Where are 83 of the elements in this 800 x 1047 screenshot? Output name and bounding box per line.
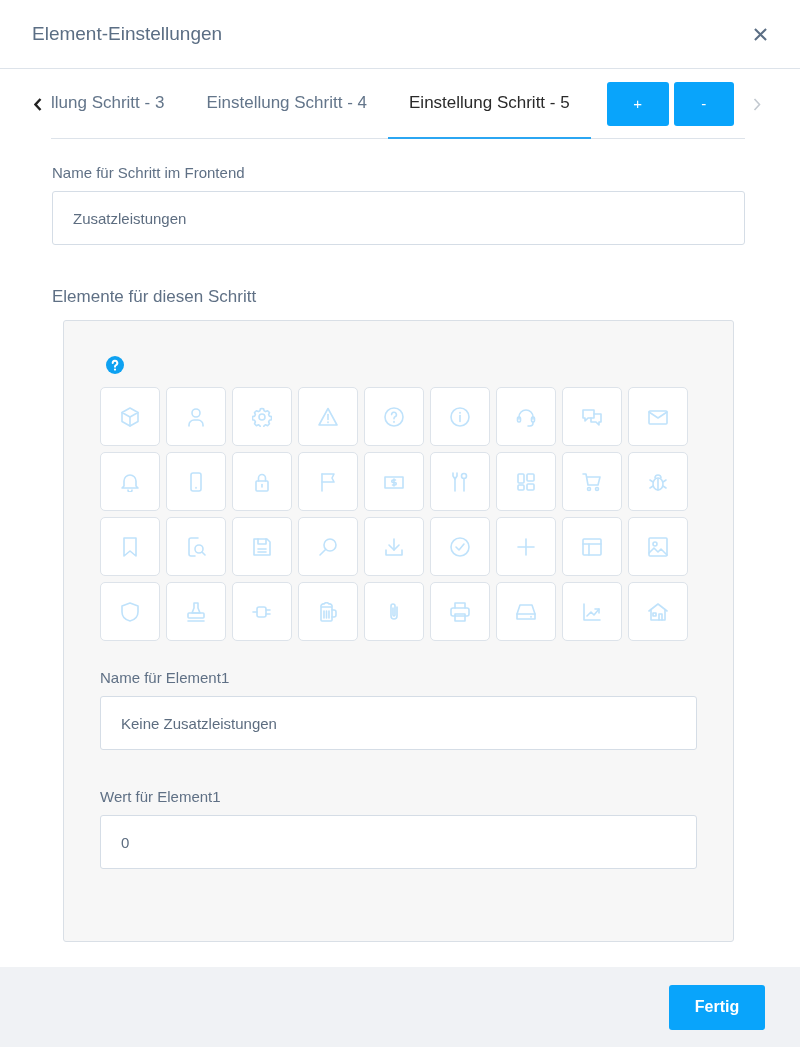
icon-option-button[interactable]	[232, 387, 292, 446]
icon-option-button[interactable]	[562, 452, 622, 511]
question-circle-icon	[384, 406, 404, 427]
dialog-title: Element-Einstellungen	[32, 22, 223, 46]
flag-icon	[318, 471, 338, 492]
icon-option-button[interactable]	[100, 387, 160, 446]
tools-icon	[450, 471, 470, 492]
chart-icon	[582, 601, 602, 622]
icon-option-button[interactable]	[232, 452, 292, 511]
icon-option-button[interactable]	[628, 517, 688, 576]
bookmark-icon	[120, 536, 140, 557]
input-field[interactable]: 0	[100, 815, 697, 869]
icon-option-button[interactable]	[628, 387, 688, 446]
icon-option-button[interactable]	[430, 582, 490, 641]
icon-option-button[interactable]	[364, 582, 424, 641]
step-name-field[interactable]: Zusatzleistungen	[52, 191, 745, 245]
add-step-button[interactable]: +	[606, 81, 669, 126]
cart-icon	[582, 471, 602, 492]
step-tab[interactable]: Einstellung Schritt - 5	[388, 69, 591, 139]
info-circle-icon	[450, 406, 470, 427]
help-icon[interactable]	[106, 356, 124, 374]
layout-icon	[582, 536, 602, 557]
icon-option-button[interactable]	[364, 452, 424, 511]
image-icon	[648, 536, 668, 557]
done-button[interactable]: Fertig	[669, 984, 765, 1030]
lock-icon	[252, 471, 272, 492]
field-label: Name für Element1	[100, 668, 230, 688]
icon-option-button[interactable]	[298, 387, 358, 446]
icon-option-button[interactable]	[562, 517, 622, 576]
check-circle-icon	[450, 536, 470, 557]
search-icon	[318, 536, 338, 557]
icon-option-button[interactable]	[232, 582, 292, 641]
download-icon	[384, 536, 404, 557]
icon-option-button[interactable]	[628, 452, 688, 511]
user-icon	[186, 406, 206, 427]
chat-bubbles-icon	[582, 406, 602, 427]
icon-option-button[interactable]	[364, 387, 424, 446]
icon-option-button[interactable]	[166, 517, 226, 576]
icon-option-button[interactable]	[430, 517, 490, 576]
chevron-left-icon[interactable]	[34, 97, 42, 111]
icon-option-button[interactable]	[496, 452, 556, 511]
bell-icon	[120, 471, 140, 492]
icon-option-button[interactable]	[562, 582, 622, 641]
field-label: Wert für Element1	[100, 787, 221, 807]
icon-option-button[interactable]	[166, 582, 226, 641]
grid-icon	[516, 471, 536, 492]
bug-icon	[648, 471, 668, 492]
drive-icon	[516, 601, 536, 622]
house-icon	[648, 601, 668, 622]
icon-option-button[interactable]	[430, 452, 490, 511]
icon-option-button[interactable]	[562, 387, 622, 446]
warning-icon	[318, 406, 338, 427]
beer-mug-icon	[318, 601, 338, 622]
icon-option-button[interactable]	[628, 582, 688, 641]
icon-option-button[interactable]	[496, 582, 556, 641]
shield-icon	[120, 601, 140, 622]
icon-option-button[interactable]	[496, 517, 556, 576]
icon-option-button[interactable]	[100, 517, 160, 576]
icon-option-button[interactable]	[298, 452, 358, 511]
icon-option-button[interactable]	[100, 582, 160, 641]
icon-option-button[interactable]	[232, 517, 292, 576]
icon-option-button[interactable]	[430, 387, 490, 446]
step-tab[interactable]: llung Schritt - 3	[51, 69, 186, 139]
field-label: Name für Schritt im Frontend	[52, 163, 245, 183]
stamp-icon	[186, 601, 206, 622]
icon-option-button[interactable]	[364, 517, 424, 576]
icon-option-button[interactable]	[166, 452, 226, 511]
file-search-icon	[186, 536, 206, 557]
icon-option-button[interactable]	[100, 452, 160, 511]
plus-icon	[516, 536, 536, 557]
cube-icon	[120, 406, 140, 427]
printer-icon	[450, 601, 470, 622]
section-title: Elemente für diesen Schritt	[52, 286, 257, 308]
icon-option-button[interactable]	[166, 387, 226, 446]
headset-icon	[516, 406, 536, 427]
remove-step-button[interactable]: -	[673, 81, 734, 126]
icon-option-button[interactable]	[298, 517, 358, 576]
step-tab[interactable]: Einstellung Schritt - 4	[185, 69, 389, 139]
close-icon[interactable]	[754, 27, 767, 41]
icon-option-button[interactable]	[496, 387, 556, 446]
input-field[interactable]: Keine Zusatzleistungen	[100, 696, 697, 750]
icon-option-button[interactable]	[298, 582, 358, 641]
settings-icon	[252, 406, 272, 427]
